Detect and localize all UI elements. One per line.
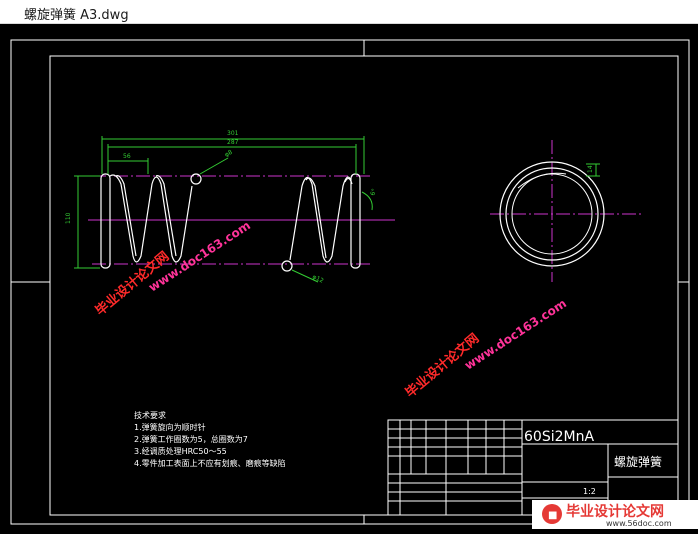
dim-pitch: 56 (123, 153, 131, 160)
dim-overall: 301 (227, 130, 239, 137)
scale-label: 1:2 (583, 487, 596, 496)
dim-inner: 287 (227, 139, 239, 146)
tech-item-2: 2.弹簧工作圈数为5，总圈数为7 (134, 434, 248, 444)
part-name-label: 螺旋弹簧 (614, 454, 662, 469)
window-title: 螺旋弹簧 A3.dwg (24, 8, 129, 23)
watermarks: 毕业设计论文网 www.doc163.com 毕业设计论文网 www.doc16… (92, 218, 569, 401)
frame-ticks (11, 40, 689, 524)
footer-url: www.56doc.com (606, 519, 672, 528)
spring-side-view: 301 287 56 110 φ8 φ12 6° (65, 130, 395, 285)
window-titlebar: 螺旋弹簧 A3.dwg (0, 0, 698, 24)
dim-height: 110 (65, 212, 72, 224)
drawing-canvas[interactable]: 301 287 56 110 φ8 φ12 6° 14 技术要求 1.弹簧旋向为… (0, 24, 698, 529)
footer-site: 毕业设计论文网 (566, 503, 664, 520)
watermark-url-2: www.doc163.com (462, 296, 569, 372)
material-label: 60Si2MnA (524, 429, 594, 445)
tech-item-3: 3.经调质处理HRC50～55 (134, 446, 227, 456)
footer-watermark: ■ 毕业设计论文网 www.56doc.com (532, 500, 698, 529)
tech-requirements: 技术要求 1.弹簧旋向为顺时针 2.弹簧工作圈数为5，总圈数为7 3.经调质处理… (134, 410, 286, 468)
tech-item-1: 1.弹簧旋向为顺时针 (134, 422, 206, 432)
dim-angle: 6° (369, 188, 378, 197)
tech-item-4: 4.零件加工表面上不应有划痕、磨痕等缺陷 (134, 458, 286, 468)
outer-frame (10, 39, 690, 525)
dim-ring: 14 (587, 165, 594, 173)
tech-heading: 技术要求 (134, 410, 166, 420)
dimension-lines (74, 136, 373, 283)
svg-text:■: ■ (548, 510, 557, 521)
dim-wire-bottom: φ12 (311, 273, 325, 284)
drawing-svg: 301 287 56 110 φ8 φ12 6° 14 技术要求 1.弹簧旋向为… (10, 39, 698, 529)
dim-wire-top: φ8 (224, 149, 234, 159)
spring-end-view: 14 (490, 140, 642, 282)
